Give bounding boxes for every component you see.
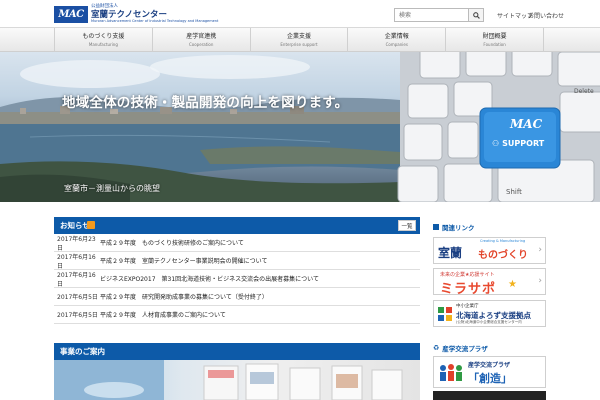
hero-banner: MAC ⚇ SUPPORT Shift Delete 地域全体の技術・製品開発の… xyxy=(0,52,600,202)
recycle-icon: ♻ xyxy=(433,344,440,352)
nav-sublabel: Enterprise support xyxy=(280,41,318,47)
hero-photo-caption: 室蘭市－測量山からの眺望 xyxy=(64,184,160,193)
banner-tagline: 未来の企業★応援サイト xyxy=(440,272,495,278)
support-key-label: ⚇ SUPPORT xyxy=(492,139,544,148)
hero-caption: 地域全体の技術・製品開発の向上を図ります。 xyxy=(62,95,349,111)
banner-footnote: (公財)北海道中小企業総合支援センター内 xyxy=(456,320,522,324)
logo-main-text: 室蘭テクノセンター xyxy=(91,9,167,20)
banner-tagline: Creating & Manufacturing xyxy=(480,239,526,243)
star-icon: ★ xyxy=(508,279,517,290)
news-date: 2017年6月5日 xyxy=(57,312,98,319)
banner-tagline: 産学交流プラザ xyxy=(468,362,511,369)
news-date: 2017年6月5日 xyxy=(57,294,98,301)
nav-sublabel: Companies xyxy=(385,41,408,47)
news-item[interactable]: 2017年6月23日 平成２９年度 ものづくり技術研修のご案内について xyxy=(54,234,420,252)
news-list: 2017年6月23日 平成２９年度 ものづくり技術研修のご案内について 2017… xyxy=(54,234,420,324)
news-date: 2017年6月16日 xyxy=(57,271,96,288)
support-key-text: SUPPORT xyxy=(502,139,545,148)
news-item[interactable]: 2017年6月5日 平成２９年度 人材育成事業のご案内について xyxy=(54,306,420,324)
banner-title: 「創造」 xyxy=(468,372,512,385)
news-date: 2017年6月23日 xyxy=(57,235,96,252)
feature-header: 事業のご案内 xyxy=(54,343,420,360)
exchange-heading: ♻ 産学交流プラザ xyxy=(433,343,488,353)
rss-icon[interactable] xyxy=(87,221,95,229)
search-icon xyxy=(472,11,480,19)
global-nav: ものづくり支援 Manufacturing 産学官連携 Cooperation … xyxy=(0,27,600,52)
people-group-icon xyxy=(440,364,462,381)
nav-item-enterprise-support[interactable]: 企業支援 Enterprise support xyxy=(251,28,349,52)
news-item[interactable]: 2017年6月16日 ビジネスEXPO2017 第31回北海道技術・ビジネス交流… xyxy=(54,270,420,288)
news-link[interactable]: 平成２９年度 ものづくり技術研修のご案内について xyxy=(100,238,244,247)
shift-key-label: Shift xyxy=(506,188,522,196)
nav-item-cooperation[interactable]: 産学官連携 Cooperation xyxy=(153,28,251,52)
yorozu-logo-icon xyxy=(438,307,452,321)
related-links-title: 関連リンク xyxy=(442,224,475,232)
nav-sublabel: Foundation xyxy=(483,41,506,47)
nav-label: 産学官連携 xyxy=(186,33,217,41)
news-link[interactable]: 平成２９年度 室蘭テクノセンター事業説明会の開催について xyxy=(100,256,267,265)
chevron-right-icon: › xyxy=(538,276,542,286)
site-logo[interactable]: MAC 公益財団法人 室蘭テクノセンター Muroran Advancement… xyxy=(54,5,219,24)
nav-label: 財団概要 xyxy=(482,33,507,41)
square-bullet-icon xyxy=(433,224,439,230)
nav-sublabel: Manufacturing xyxy=(88,41,118,47)
chevron-right-icon: › xyxy=(538,245,542,255)
news-link[interactable]: ビジネスEXPO2017 第31回北海道技術・ビジネス交流会の出展者募集について xyxy=(100,274,319,283)
search-button[interactable] xyxy=(468,8,484,22)
sidebar-bottom-strip xyxy=(433,391,546,400)
mac-brand-key-label: MAC xyxy=(510,117,543,131)
news-link[interactable]: 平成２９年度 人材育成事業のご案内について xyxy=(100,310,226,319)
banner-sangaku-plaza[interactable]: 産学交流プラザ 「創造」 xyxy=(433,356,546,388)
delete-key-label: Delete xyxy=(574,88,594,95)
nav-label: ものづくり支援 xyxy=(82,33,125,41)
nav-item-manufacturing[interactable]: ものづくり支援 Manufacturing xyxy=(55,28,153,52)
site-search xyxy=(394,8,484,22)
nav-label: 企業情報 xyxy=(384,33,409,41)
search-input[interactable] xyxy=(394,8,468,22)
news-list-button[interactable]: 一覧 xyxy=(398,220,416,231)
banner-title: ミラサポ xyxy=(440,282,497,295)
banner-title-city: 室蘭 xyxy=(438,246,463,260)
banner-title-main: ものづくり xyxy=(478,250,528,261)
feature-photo xyxy=(54,360,403,400)
news-item[interactable]: 2017年6月5日 平成２９年度 研究開発助成事業の募集について（受付終了） xyxy=(54,288,420,306)
related-links-heading: 関連リンク xyxy=(433,222,475,232)
banner-mirasapo[interactable]: 未来の企業★応援サイト ミラサポ ★ › xyxy=(433,268,546,295)
news-date: 2017年6月16日 xyxy=(57,253,96,270)
news-item[interactable]: 2017年6月16日 平成２９年度 室蘭テクノセンター事業説明会の開催について xyxy=(54,252,420,270)
exchange-title: 産学交流プラザ xyxy=(442,345,488,353)
nav-item-companies[interactable]: 企業情報 Companies xyxy=(348,28,447,52)
site-header: MAC 公益財団法人 室蘭テクノセンター Muroran Advancement… xyxy=(0,0,600,27)
support-people-icon: ⚇ xyxy=(492,139,500,148)
banner-yorozu-support[interactable]: 中小企業庁 北海道よろず支援拠点 (公財)北海道中小企業総合支援センター内 xyxy=(433,300,546,327)
nav-sublabel: Cooperation xyxy=(188,41,214,47)
contact-link[interactable]: お問い合わせ xyxy=(528,11,564,20)
banner-tagline: 中小企業庁 xyxy=(456,304,479,309)
feature-title: 事業のご案内 xyxy=(60,347,105,356)
news-link[interactable]: 平成２９年度 研究開発助成事業の募集について（受付終了） xyxy=(100,292,268,301)
feature-image[interactable] xyxy=(54,360,420,400)
news-header: お知らせ 一覧 xyxy=(54,217,420,234)
news-title: お知らせ xyxy=(60,221,90,230)
nav-item-foundation[interactable]: 財団概要 Foundation xyxy=(446,28,544,52)
logo-english-text: Muroran Advancement Center of Industrial… xyxy=(91,19,219,24)
nav-label: 企業支援 xyxy=(286,33,311,41)
banner-muroran-monozukuri[interactable]: 室蘭 ものづくり Creating & Manufacturing › xyxy=(433,237,546,264)
logo-mark: MAC xyxy=(54,6,88,23)
